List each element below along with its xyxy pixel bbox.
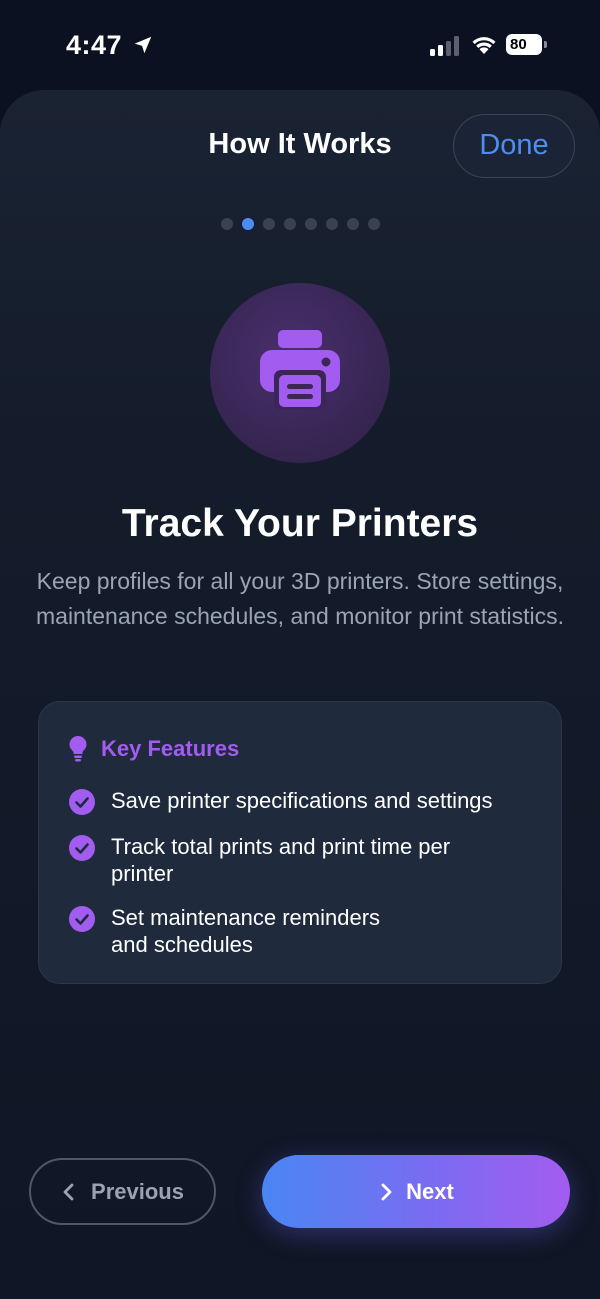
battery-level: 80	[506, 34, 542, 55]
next-button[interactable]: Next	[262, 1155, 570, 1228]
chevron-left-icon	[63, 1183, 74, 1200]
page-dot-1[interactable]	[221, 218, 233, 230]
how-it-works-sheet: How It Works Done Track Your Printers Ke…	[0, 90, 600, 1299]
page-dot-4[interactable]	[284, 218, 296, 230]
battery-indicator: 80	[506, 34, 547, 55]
onboarding-screen: 4:47 80 How It Works Done Track Your Pri…	[0, 0, 600, 1299]
key-feature-item: Save printer specifications and settings	[69, 787, 551, 815]
key-features-heading-text: Key Features	[101, 736, 240, 761]
previous-button[interactable]: Previous	[29, 1158, 216, 1225]
page-dot-7[interactable]	[347, 218, 359, 230]
check-circle-icon	[69, 789, 95, 815]
page-indicator	[221, 218, 380, 230]
page-dot-2-active[interactable]	[242, 218, 254, 230]
page-dot-3[interactable]	[263, 218, 275, 230]
status-time: 4:47	[66, 30, 123, 60]
check-circle-icon	[69, 906, 95, 932]
key-feature-item: Set maintenance reminders and schedules	[69, 904, 421, 958]
page-dot-6[interactable]	[326, 218, 338, 230]
feature-description: Keep profiles for all your 3D printers. …	[36, 568, 564, 629]
next-button-label: Next	[406, 1178, 454, 1204]
previous-button-label: Previous	[91, 1178, 184, 1204]
key-feature-text: Track total prints and print time per pr…	[111, 834, 451, 886]
page-dot-8[interactable]	[368, 218, 380, 230]
key-feature-item: Track total prints and print time per pr…	[69, 833, 461, 887]
location-arrow-icon	[134, 36, 152, 54]
key-features-card: Key Features Save printer specifications…	[38, 701, 562, 984]
lightbulb-icon	[69, 736, 87, 762]
page-dot-5[interactable]	[305, 218, 317, 230]
feature-title: Track Your Printers	[121, 502, 479, 545]
key-features-heading: Key Features	[69, 734, 239, 764]
chevron-right-icon	[381, 1183, 392, 1200]
done-button[interactable]: Done	[453, 114, 575, 178]
status-bar: 4:47 80	[0, 0, 600, 90]
feature-icon-circle	[210, 283, 390, 463]
printer-icon	[260, 330, 340, 410]
check-circle-icon	[69, 835, 95, 861]
key-feature-text: Set maintenance reminders and schedules	[111, 905, 381, 957]
cellular-signal-icon	[430, 36, 459, 56]
battery-tip	[544, 41, 547, 48]
key-feature-text: Save printer specifications and settings	[111, 788, 493, 813]
wifi-icon	[472, 37, 496, 54]
